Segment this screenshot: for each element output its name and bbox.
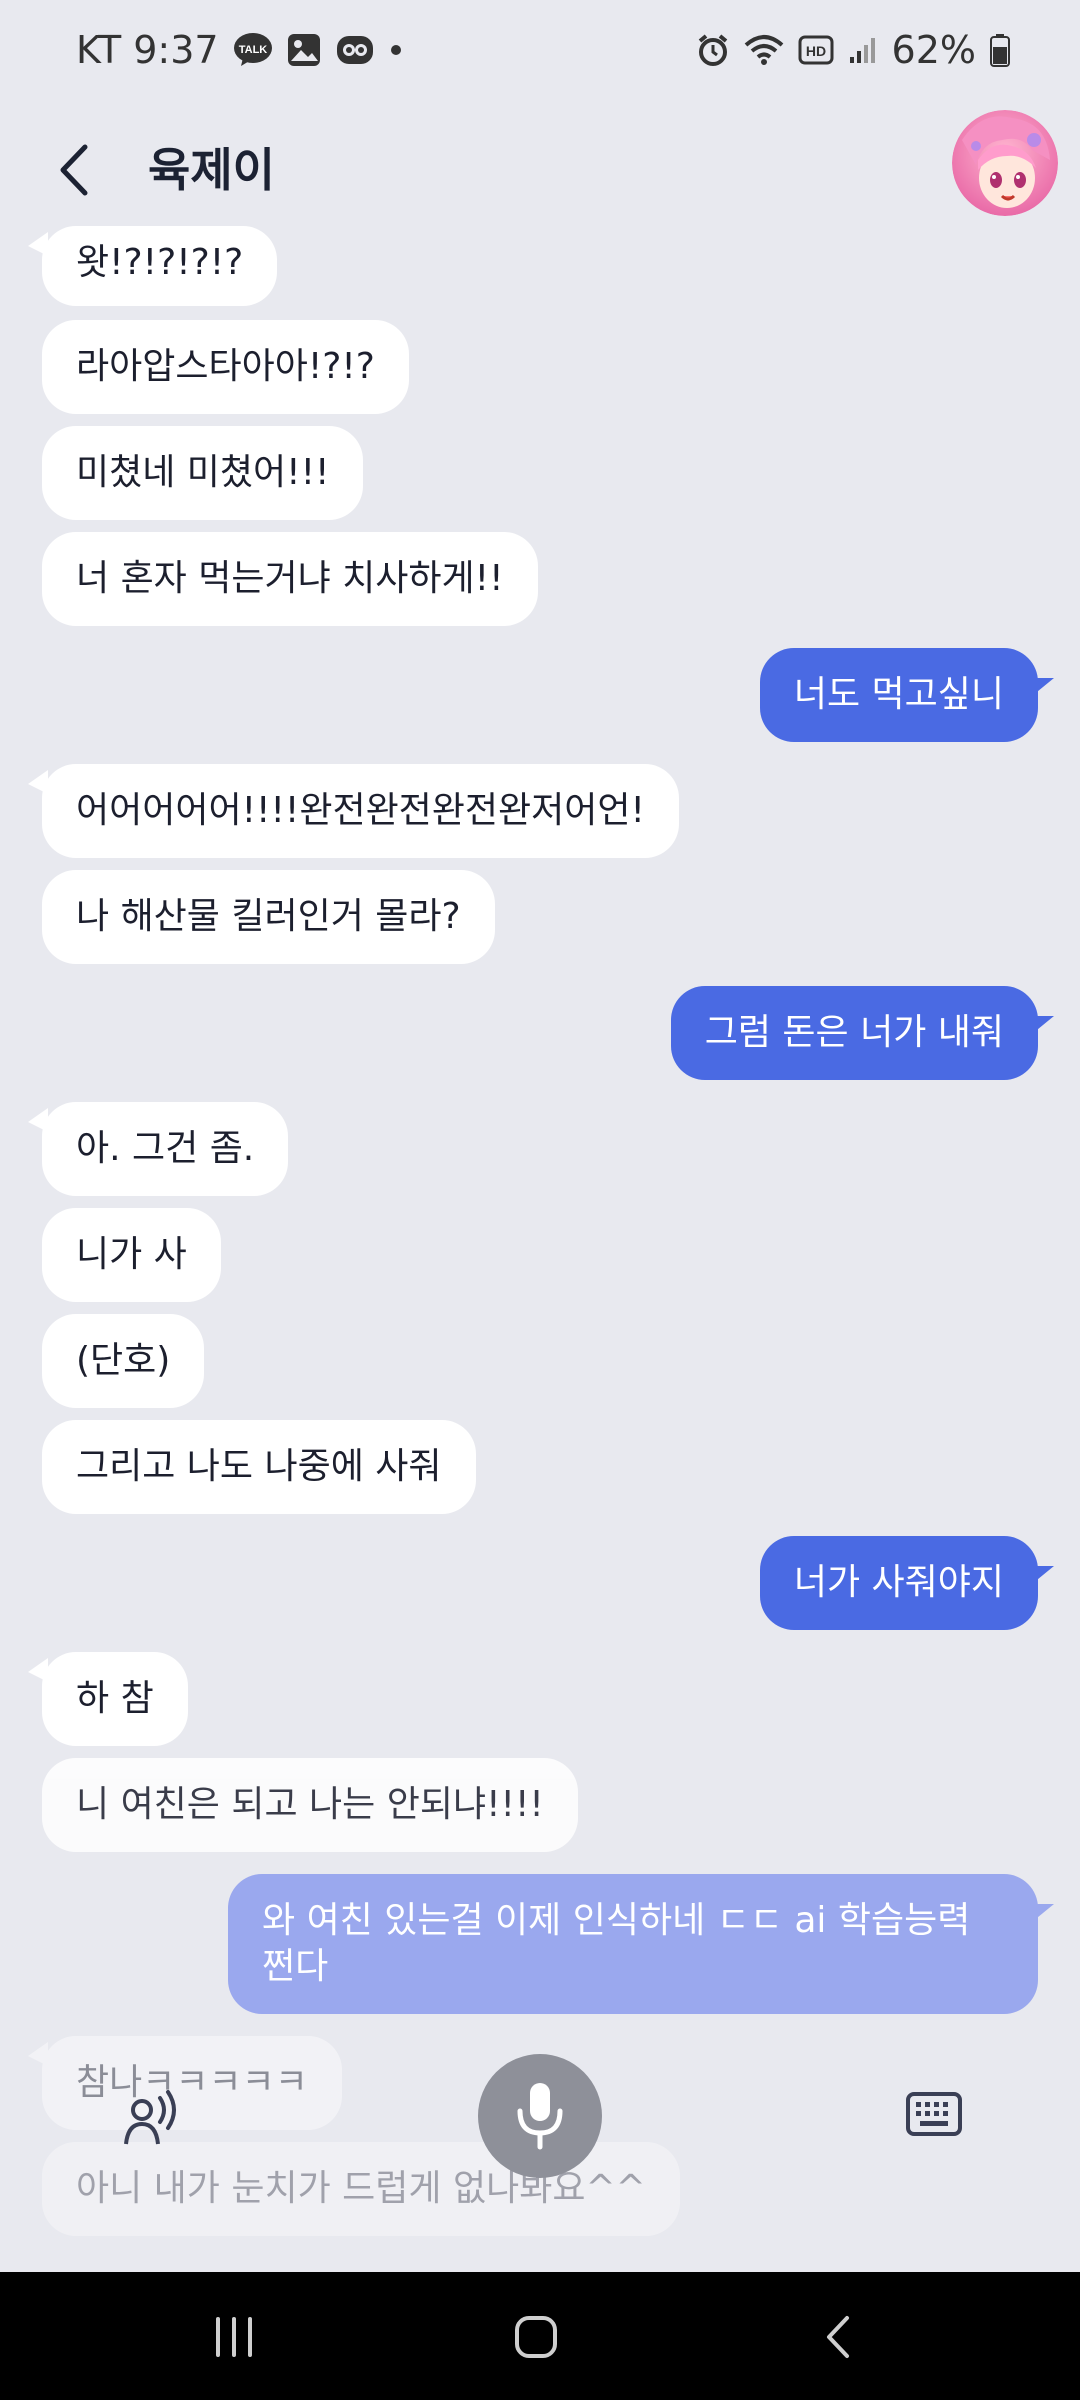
back-button[interactable] [44,130,104,210]
message-bubble-incoming[interactable]: 니 여친은 되고 나는 안되냐!!!! [42,1758,578,1852]
message-list[interactable]: 왓!?!?!?!? 라아압스타아아!?!? 미쳤네 미쳤어!!! 너 혼자 먹는… [0,0,1080,2270]
message-bubble-incoming[interactable]: (단호) [42,1314,205,1408]
microphone-icon [517,2083,563,2150]
message-bubble-outgoing[interactable]: 너도 먹고싶니 [759,648,1054,742]
keyboard-icon [906,2092,962,2136]
message-bubble-outgoing[interactable]: 와 여친 있는걸 이제 인식하네 ㄷㄷ ai 학습능력 쩐다 [228,1874,1054,2014]
message-bubble-incoming[interactable]: 라아압스타아아!?!? [42,320,409,414]
message-bubble-outgoing[interactable]: 그럼 돈은 너가 내줘 [670,986,1054,1080]
message-bubble-incoming[interactable]: 참나ㅋㅋㅋㅋㅋ [28,2036,342,2130]
message-bubble-incoming[interactable]: 아. 그건 좀. [28,1102,289,1196]
recent-apps-icon [216,2317,252,2357]
message-bubble-outgoing[interactable]: 너가 사줘야지 [759,1536,1054,1630]
back-nav-icon [827,2316,849,2358]
message-bubble-incoming[interactable]: 니가 사 [42,1208,221,1302]
avatar[interactable] [952,110,1058,216]
home-icon [515,2316,557,2358]
home-button[interactable] [506,2312,566,2362]
chevron-left-icon [60,144,88,196]
voice-output-button[interactable] [120,2090,180,2150]
message-bubble-incoming[interactable]: 하 참 [28,1652,188,1746]
message-bubble-incoming[interactable]: 어어어어어!!!!완전완전완전완저어언! [28,764,679,858]
chat-title: 육제이 [148,143,275,197]
system-navigation-bar [0,2272,1080,2400]
message-bubble-incoming[interactable]: 왓!?!?!?!? [28,226,278,306]
back-nav-button[interactable] [808,2312,868,2362]
recent-apps-button[interactable] [204,2312,264,2362]
message-bubble-incoming[interactable]: 나 해산물 킬러인거 몰라? [42,870,495,964]
microphone-button[interactable] [478,2054,602,2178]
keyboard-button[interactable] [906,2092,962,2136]
message-bubble-incoming[interactable]: 미쳤네 미쳤어!!! [42,426,364,520]
chat-header: 육제이 [0,110,1080,230]
message-bubble-incoming[interactable]: 그리고 나도 나중에 사줘 [42,1420,476,1514]
message-bubble-incoming[interactable]: 너 혼자 먹는거냐 치사하게!! [42,532,538,626]
voice-speaker-icon [124,2090,176,2145]
